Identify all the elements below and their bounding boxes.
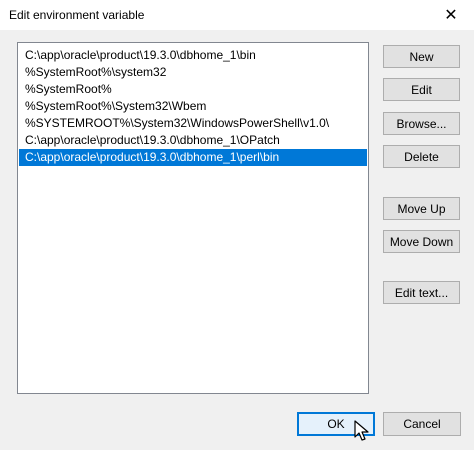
close-button[interactable]: ✕ [428, 0, 474, 30]
move-down-button[interactable]: Move Down [383, 230, 460, 253]
list-item[interactable]: %SystemRoot% [19, 81, 367, 98]
edit-button[interactable]: Edit [383, 78, 460, 101]
move-up-button[interactable]: Move Up [383, 197, 460, 220]
browse-button[interactable]: Browse... [383, 112, 460, 135]
list-item[interactable]: %SystemRoot%\system32 [19, 64, 367, 81]
mouse-pointer-icon [354, 420, 369, 441]
new-button[interactable]: New [383, 45, 460, 68]
edit-environment-variable-dialog: Edit environment variable ✕ C:\app\oracl… [0, 0, 474, 450]
edit-text-button[interactable]: Edit text... [383, 281, 460, 304]
list-item[interactable]: C:\app\oracle\product\19.3.0\dbhome_1\OP… [19, 132, 367, 149]
path-list[interactable]: C:\app\oracle\product\19.3.0\dbhome_1\bi… [17, 42, 369, 394]
title-bar[interactable]: Edit environment variable ✕ [0, 0, 474, 30]
list-item[interactable]: %SystemRoot%\System32\Wbem [19, 98, 367, 115]
list-item[interactable]: C:\app\oracle\product\19.3.0\dbhome_1\bi… [19, 47, 367, 64]
cancel-button[interactable]: Cancel [383, 412, 461, 436]
dialog-title: Edit environment variable [9, 8, 145, 22]
list-item[interactable]: %SYSTEMROOT%\System32\WindowsPowerShell\… [19, 115, 367, 132]
list-item-selected[interactable]: C:\app\oracle\product\19.3.0\dbhome_1\pe… [19, 149, 367, 166]
close-icon: ✕ [444, 7, 458, 24]
delete-button[interactable]: Delete [383, 145, 460, 168]
